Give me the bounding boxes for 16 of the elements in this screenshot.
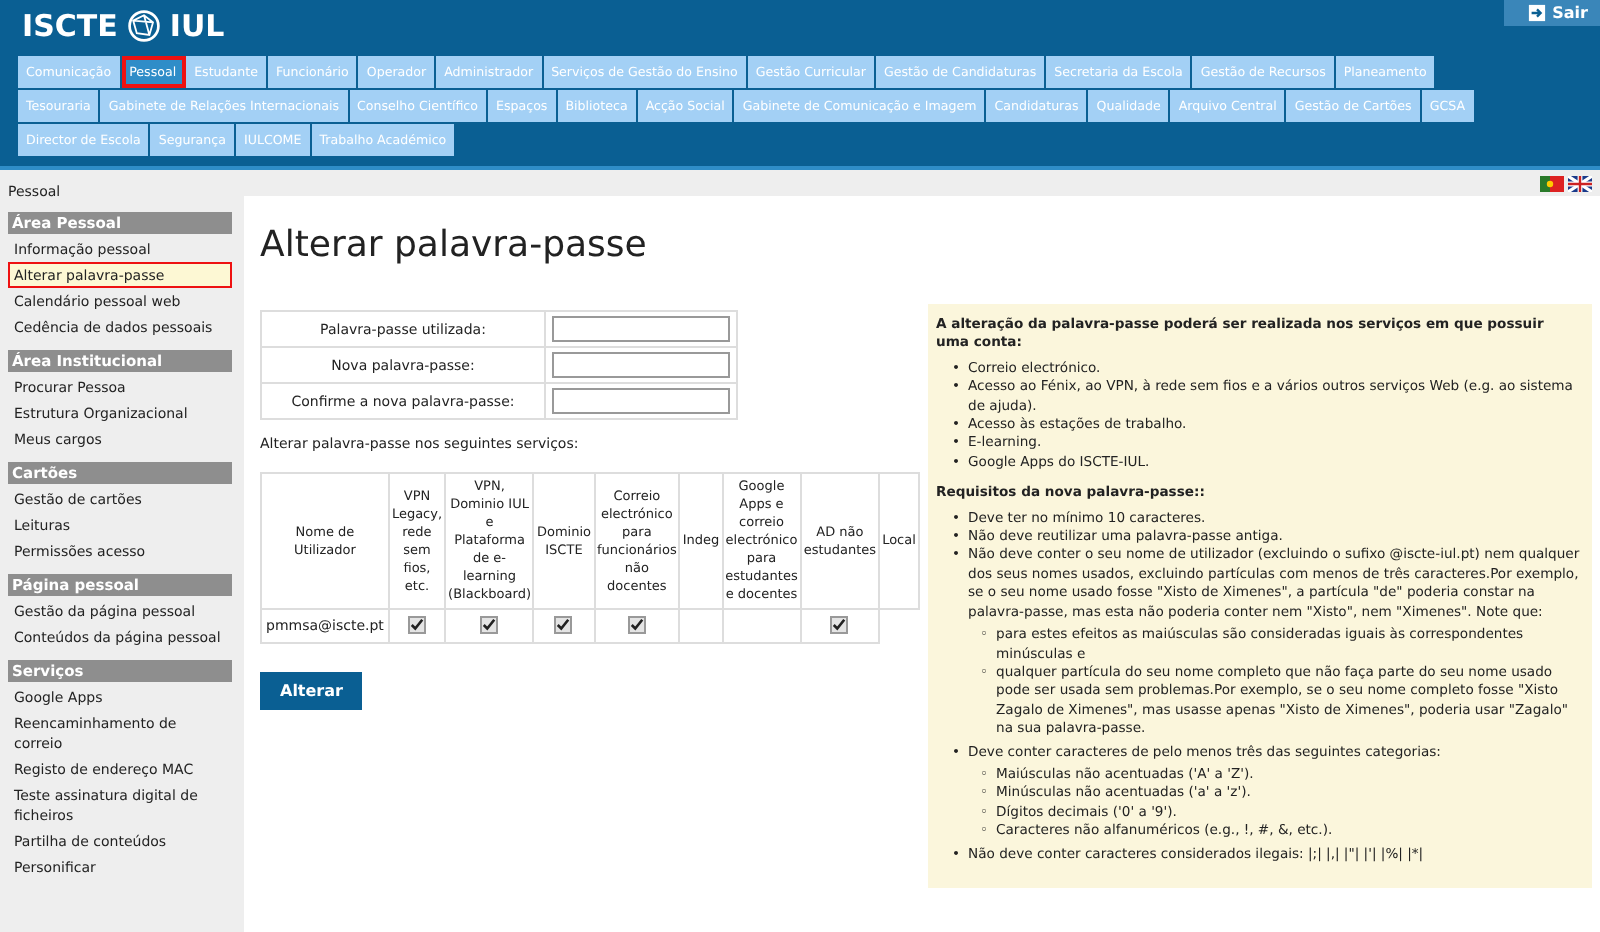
password-field[interactable] [552, 388, 730, 414]
logout-button[interactable]: Sair [1504, 0, 1600, 26]
checkbox[interactable] [830, 616, 849, 634]
checkbox[interactable] [480, 616, 499, 634]
logo-text: ISCTE [22, 8, 118, 44]
flag-icon[interactable] [1568, 176, 1592, 192]
checkbox[interactable] [554, 616, 573, 634]
password-field[interactable] [552, 352, 730, 378]
submit-button[interactable]: Alterar [260, 672, 363, 710]
password-field[interactable] [552, 316, 730, 342]
logo-text: IUL [169, 8, 225, 44]
exit-arrow-icon [1528, 4, 1547, 22]
page-title: Alterar palavra-passe [260, 224, 649, 266]
checkbox[interactable] [407, 616, 426, 634]
checkbox[interactable] [627, 616, 646, 634]
globe-logo-icon [125, 8, 162, 44]
